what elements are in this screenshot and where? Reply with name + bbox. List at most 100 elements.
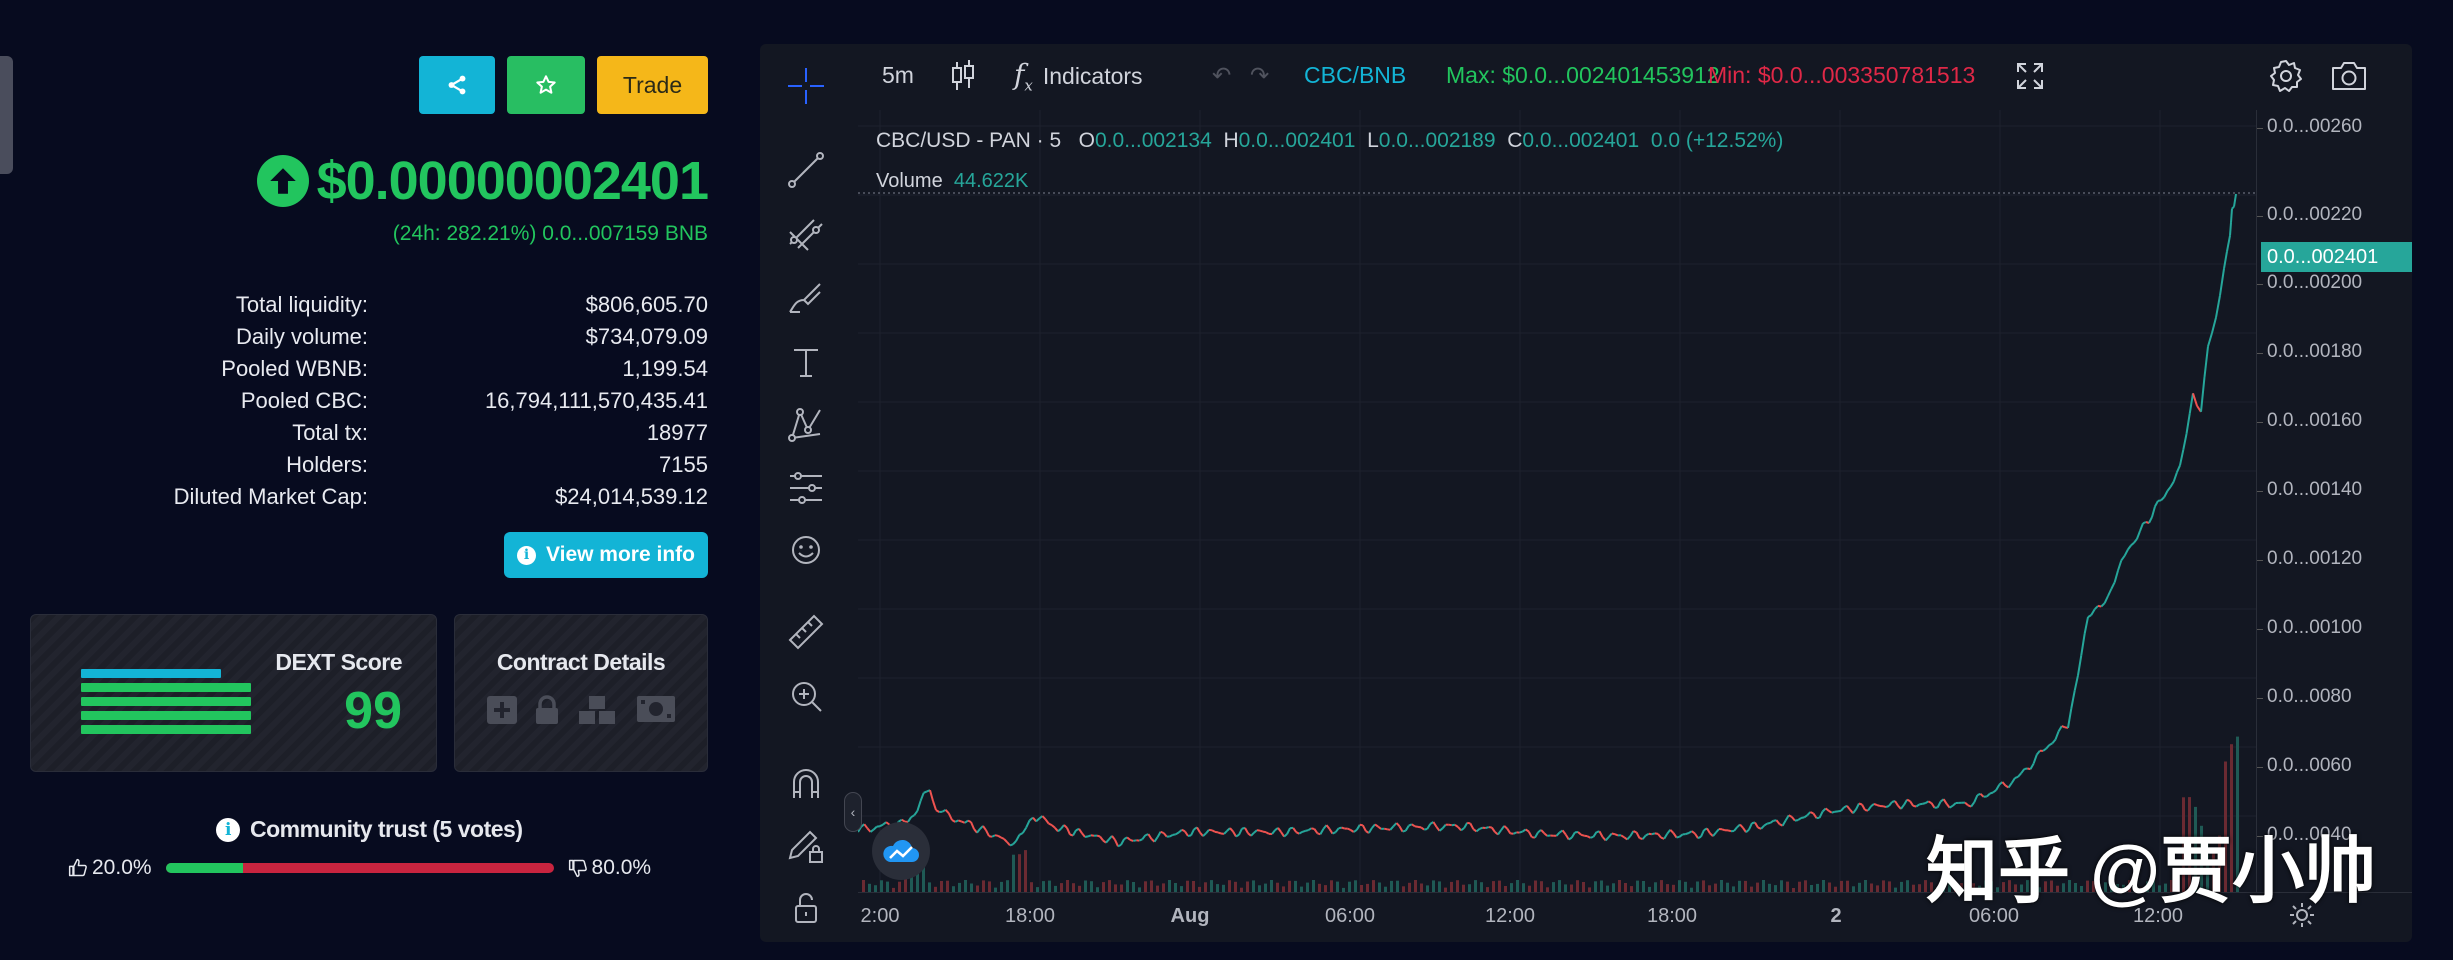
undo-button[interactable]: ↶	[1212, 62, 1231, 89]
price-candle	[1745, 828, 1750, 833]
zoom-in-tool[interactable]	[784, 674, 828, 718]
volume-bar	[1696, 881, 1699, 892]
price-candle	[1250, 832, 1255, 837]
volume-bar	[1390, 880, 1393, 892]
time-tick: 12:00	[1484, 905, 1536, 927]
candle-type-button[interactable]	[948, 58, 978, 100]
volume-bar	[880, 880, 883, 892]
price-tick: 0.0...00220	[2257, 204, 2362, 226]
trend-line-tool[interactable]	[784, 148, 828, 192]
thumbs-up-vote[interactable]: 20.0%	[68, 856, 152, 880]
price-candle	[1081, 832, 1086, 838]
price-candle	[1190, 828, 1195, 836]
token-info-panel: Trade $0.00000002401 (24h: 282.21%) 0.0.…	[0, 0, 720, 960]
price-candle	[1543, 832, 1548, 837]
volume-bar	[1840, 880, 1843, 892]
price-candle	[2083, 616, 2089, 634]
price-candle	[1087, 834, 1092, 838]
function-icon: fx	[1014, 58, 1033, 95]
settings-button[interactable]	[2268, 58, 2304, 100]
price-candle	[1099, 835, 1104, 842]
low-label: L	[1367, 129, 1379, 152]
volume-bar	[1492, 881, 1495, 892]
view-more-info-button[interactable]: i View more info	[504, 532, 708, 578]
price-candle	[1512, 831, 1517, 835]
pair-selector[interactable]: CBC/BNB	[1304, 62, 1406, 89]
volume-bar	[1414, 880, 1417, 892]
share-button[interactable]	[419, 56, 495, 114]
price-candle	[2207, 332, 2213, 347]
time-tick: 18:00	[1004, 905, 1056, 927]
price-candle	[1964, 801, 1969, 807]
price-candle	[1506, 828, 1512, 834]
volume-bar	[1522, 883, 1525, 892]
volume-bar	[1858, 882, 1861, 892]
price-scale[interactable]: 0.0...00260 0.0...00220 0.0...00200 0.0.…	[2256, 110, 2412, 892]
price-candle	[1371, 823, 1376, 829]
volume-bar	[1612, 883, 1615, 892]
crosshair-tool[interactable]	[784, 64, 828, 108]
price-candle	[1769, 819, 1774, 824]
price-candle	[1503, 825, 1508, 830]
price-candle	[1626, 835, 1632, 841]
community-trust-title: i Community trust (5 votes)	[216, 816, 523, 843]
price-candle	[1319, 828, 1325, 835]
emoji-tool[interactable]	[784, 528, 828, 572]
price-candle	[2007, 782, 2013, 789]
price-candle	[1657, 833, 1662, 839]
fib-tool[interactable]	[784, 212, 828, 256]
contract-details-card[interactable]: Contract Details	[454, 614, 708, 772]
price-candle	[954, 819, 959, 823]
screenshot-button[interactable]	[2330, 58, 2368, 100]
collapse-sidebar-button[interactable]: ‹	[844, 792, 862, 832]
price-chart-plot[interactable]	[858, 110, 2256, 892]
volume-bar	[958, 882, 961, 892]
price-candle	[1424, 828, 1428, 831]
text-tool[interactable]	[784, 340, 828, 384]
chevron-left-icon: ‹	[850, 804, 856, 820]
trade-button[interactable]: Trade	[597, 56, 708, 114]
volume-bar	[1252, 880, 1255, 892]
thumbs-down-vote[interactable]: 80.0%	[568, 856, 651, 880]
volume-bar	[1810, 885, 1813, 892]
indicators-button[interactable]: fx Indicators	[1014, 58, 1143, 95]
price-candle	[1454, 823, 1459, 828]
price-candle	[1812, 812, 1818, 819]
price-candle	[1479, 826, 1483, 830]
zoom-in-icon	[792, 682, 822, 712]
volume-bar	[1294, 880, 1297, 892]
volume-bar	[1210, 880, 1213, 892]
price-candle	[1781, 819, 1787, 827]
price-candle	[1404, 825, 1410, 832]
price-candle	[976, 828, 981, 834]
ruler-tool[interactable]	[784, 610, 828, 654]
price-candle	[2029, 763, 2035, 770]
unlock-tool[interactable]	[784, 886, 828, 930]
volume-bar	[1876, 885, 1879, 892]
volume-bar	[1270, 880, 1273, 892]
pattern-tool[interactable]	[784, 402, 828, 446]
volume-bar	[1090, 881, 1093, 892]
volume-bar	[1474, 880, 1477, 892]
stat-label: Pooled WBNB:	[221, 356, 368, 381]
brush-tool[interactable]	[784, 276, 828, 320]
price-candle	[1979, 793, 1985, 798]
tradingview-logo[interactable]	[872, 822, 930, 880]
redo-button[interactable]: ↷	[1250, 62, 1269, 89]
volume-bar	[1594, 881, 1597, 892]
unlock-icon	[795, 893, 817, 923]
fullscreen-button[interactable]	[2014, 60, 2046, 98]
magnet-tool[interactable]	[784, 762, 828, 806]
price-candle	[1900, 804, 1905, 810]
price-candle	[1522, 828, 1527, 833]
stat-value: $24,014,539.12	[555, 484, 708, 509]
dext-score-card[interactable]: DEXT Score 99	[30, 614, 437, 772]
favorite-button[interactable]	[507, 56, 585, 114]
interval-selector[interactable]: 5m	[882, 62, 914, 89]
price-candle	[1283, 833, 1288, 838]
price-candle	[1313, 828, 1319, 834]
prediction-tool[interactable]	[784, 466, 828, 510]
lock-drawing-tool[interactable]	[784, 824, 828, 868]
price-candle	[1861, 804, 1866, 811]
volume-bar	[1312, 880, 1315, 892]
